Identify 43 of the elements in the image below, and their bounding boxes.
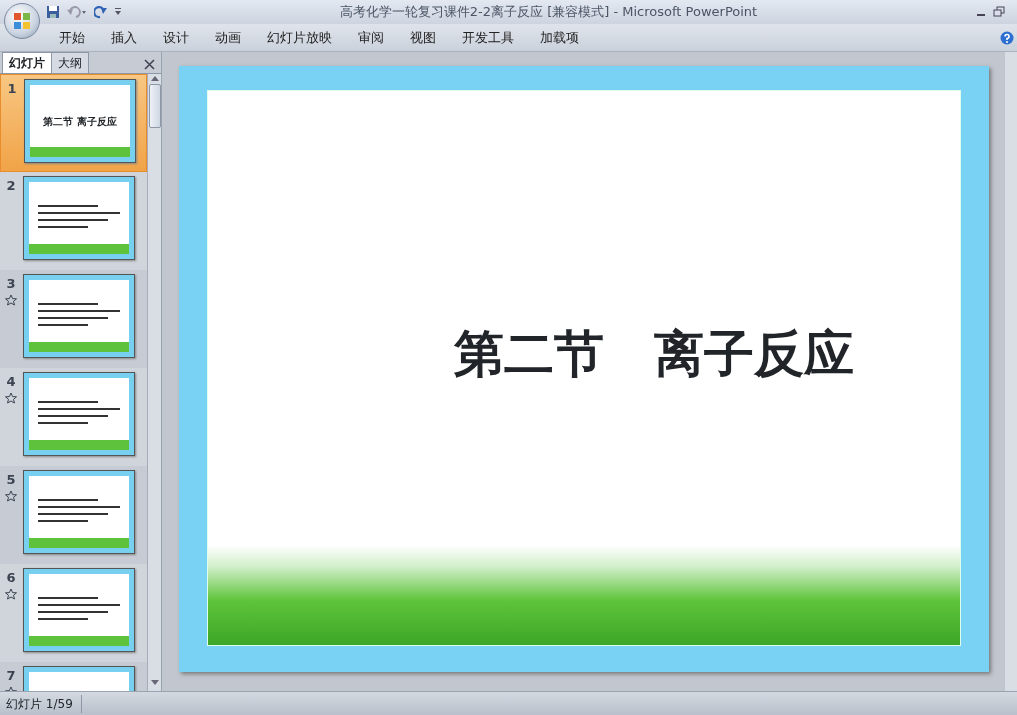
help-icon[interactable]: [1000, 30, 1014, 45]
ribbon-tab[interactable]: 加载项: [527, 27, 592, 48]
ribbon-tab[interactable]: 开始: [46, 27, 98, 48]
pane-tab[interactable]: 幻灯片: [2, 52, 52, 73]
slide-number: 4: [6, 373, 16, 391]
slide-number: 1: [7, 80, 17, 98]
thumbnail-title: 第二节 离子反应: [43, 114, 117, 129]
slide-scrollbar[interactable]: [1005, 52, 1017, 691]
scroll-thumb[interactable]: [148, 84, 161, 128]
ribbon-tab[interactable]: 开发工具: [449, 27, 527, 48]
save-icon[interactable]: [46, 5, 60, 19]
scroll-down-icon[interactable]: [149, 679, 160, 687]
office-button[interactable]: [4, 3, 40, 39]
redo-icon[interactable]: [94, 5, 108, 19]
close-icon[interactable]: [144, 59, 155, 70]
ribbon-tab[interactable]: 视图: [397, 27, 449, 48]
ribbon-tab[interactable]: 动画: [202, 27, 254, 48]
undo-icon[interactable]: [66, 5, 88, 19]
slide-number: 5: [6, 471, 16, 489]
slide-title: 第二节 离子反应: [453, 322, 854, 385]
ribbon-tab[interactable]: 设计: [150, 27, 202, 48]
pane-tab[interactable]: 大纲: [51, 52, 89, 73]
ribbon-tab[interactable]: 审阅: [345, 27, 397, 48]
slide-thumbnail-row[interactable]: 4: [0, 368, 147, 466]
customize-caret-icon[interactable]: [114, 7, 122, 17]
ribbon-tab[interactable]: 插入: [98, 27, 150, 48]
slide-thumbnail-row[interactable]: 5: [0, 466, 147, 564]
slide-thumbnail-row[interactable]: 3: [0, 270, 147, 368]
slide-thumbnail-row[interactable]: 6: [0, 564, 147, 662]
slide-thumbnail-row[interactable]: 1 第二节 离子反应: [0, 74, 147, 172]
slide-number: 6: [6, 569, 16, 587]
slide-number: 3: [6, 275, 16, 293]
restore-icon[interactable]: [993, 6, 1005, 18]
slide-thumbnail-row[interactable]: 7: [0, 662, 147, 691]
slide-counter: 幻灯片 1/59: [0, 694, 82, 713]
slide-number: 7: [6, 667, 16, 685]
slide-thumbnail-row[interactable]: 2: [0, 172, 147, 270]
ribbon-tab[interactable]: 幻灯片放映: [254, 27, 345, 48]
slide-number: 2: [6, 177, 16, 195]
office-logo-icon: [12, 11, 32, 31]
scroll-up-icon[interactable]: [149, 74, 160, 82]
window-title: 高考化学一轮复习课件2-2离子反应 [兼容模式] - Microsoft PowerPoint: [338, 3, 759, 22]
thumbnail-scrollbar[interactable]: [147, 74, 161, 691]
